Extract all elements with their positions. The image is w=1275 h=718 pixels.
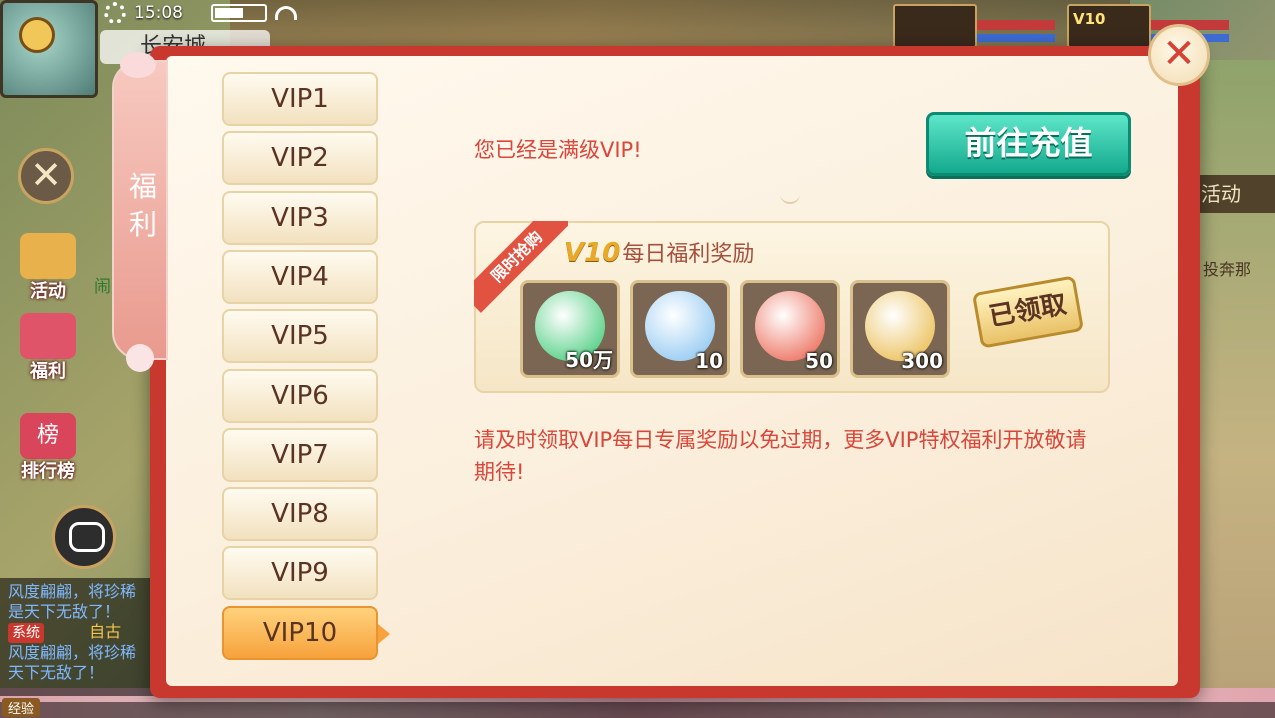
status-bar: 15:08	[104, 2, 297, 24]
teammate-portrait[interactable]	[893, 4, 1055, 48]
reward-note: 请及时领取VIP每日专属奖励以免过期，更多VIP特权福利开放敬请期待!	[474, 428, 1087, 484]
system-tag: 系统	[8, 623, 44, 643]
vip-tab-vip4[interactable]: VIP4	[222, 249, 378, 304]
vip-tab-vip9[interactable]: VIP9	[222, 546, 378, 601]
gear-icon[interactable]	[104, 2, 126, 24]
reward-quantity: 50万	[565, 348, 613, 372]
vip-tab-vip8[interactable]: VIP8	[222, 487, 378, 542]
vip-tab-vip3[interactable]: VIP3	[222, 190, 378, 245]
chat-log[interactable]: 风度翩翩，将珍稀 是天下无敌了！ 系统 自古 风度翩翩，将珍稀 天下无敌了！	[0, 578, 155, 696]
wifi-icon	[275, 6, 297, 20]
world-map-button[interactable]	[0, 0, 98, 98]
activity-button[interactable]: 活动	[8, 225, 88, 305]
experience-bar	[0, 702, 1275, 718]
reward-quantity: 50	[805, 349, 833, 373]
chat-sender: 自古	[89, 622, 122, 641]
chat-line: 天下无敌了！	[8, 663, 105, 682]
reward-item[interactable]: 300	[850, 280, 950, 378]
player-portrait[interactable]: V10	[1067, 4, 1229, 48]
recharge-button[interactable]: 前往充值	[926, 112, 1131, 176]
team-portraits: V10	[893, 4, 1229, 48]
chat-line: 风度翩翩，将珍稀	[8, 582, 137, 601]
max-vip-message: 您已经是满级VIP!	[474, 138, 642, 162]
welfare-side-tab[interactable]: 福利	[112, 52, 168, 372]
welfare-button[interactable]: 福利	[8, 305, 88, 385]
hp-bar	[977, 20, 1055, 30]
battery-icon	[211, 4, 267, 22]
chat-line: 系统 自古	[8, 622, 147, 643]
vip-tab-vip6[interactable]: VIP6	[222, 368, 378, 423]
reward-item[interactable]: 50万	[520, 280, 620, 378]
gift-box-icon	[20, 313, 76, 359]
vip-level-badge: V10	[1073, 10, 1106, 28]
activity-tab[interactable]: 活动	[1195, 175, 1275, 213]
vip-tab-vip2[interactable]: VIP2	[222, 131, 378, 186]
reward-title: V10 每日福利奖励	[564, 236, 754, 268]
ranking-icon: 榜	[20, 413, 76, 459]
reward-quantity: 10	[695, 349, 723, 373]
chat-line: 是天下无敌了！	[8, 602, 121, 621]
vip-tab-vip5[interactable]: VIP5	[222, 309, 378, 364]
quest-tracker[interactable]: 投奔那	[1195, 250, 1275, 290]
vip-tab-vip7[interactable]: VIP7	[222, 427, 378, 482]
ranking-button[interactable]: 榜 排行榜	[8, 405, 88, 485]
vip-tab-vip10[interactable]: VIP10	[222, 605, 390, 660]
reward-quantity: 300	[901, 349, 943, 373]
experience-label: 经验	[2, 698, 41, 717]
reward-item[interactable]: 50	[740, 280, 840, 378]
flower-icon	[120, 52, 156, 78]
chat-button[interactable]	[52, 505, 116, 569]
vip-tab-vip1[interactable]: VIP1	[222, 72, 378, 126]
bell-icon	[20, 233, 76, 279]
mp-bar	[977, 34, 1055, 42]
reward-item[interactable]: 10	[630, 280, 730, 378]
clock: 15:08	[134, 3, 183, 23]
side-tab-label: 福利	[128, 170, 157, 241]
close-icon[interactable]: ✕	[1148, 24, 1210, 86]
compass-icon	[19, 17, 55, 53]
flower-icon	[126, 344, 154, 372]
chat-line: 风度翩翩，将珍稀	[8, 643, 137, 662]
collapse-menu-button[interactable]: ✕	[18, 148, 74, 204]
reward-title-text: 每日福利奖励	[622, 242, 755, 267]
vip-badge: V10	[564, 238, 621, 268]
